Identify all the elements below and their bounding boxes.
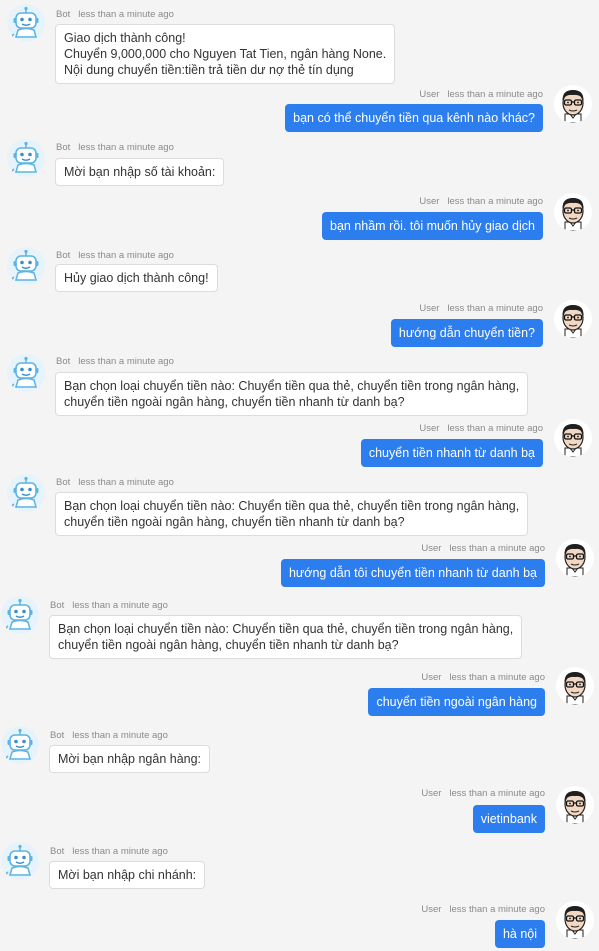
timestamp: less than a minute ago [447, 423, 543, 434]
man-with-glasses-icon [556, 667, 594, 705]
message-meta: User less than a minute ago [419, 423, 543, 434]
message-meta: User less than a minute ago [421, 788, 545, 799]
sender-name: Bot [56, 356, 71, 367]
bot-message: Bot less than a minute ago Mời bạn nhập s… [0, 135, 599, 190]
message-meta: Bot less than a minute ago [56, 142, 174, 153]
sender-name: User [419, 303, 440, 314]
message-meta: User less than a minute ago [419, 303, 543, 314]
bot-message: Bot less than a minute ago Hủy giao dịch … [0, 245, 599, 300]
message-bubble: chuyển tiền nhanh từ danh bạ [360, 439, 543, 467]
bot-message: Bot less than a minute ago Mời bạn nhập c… [0, 838, 599, 898]
sender-name: Bot [50, 730, 65, 741]
timestamp: less than a minute ago [78, 9, 174, 20]
timestamp: less than a minute ago [78, 142, 174, 153]
timestamp: less than a minute ago [449, 543, 545, 554]
sender-name: Bot [56, 250, 71, 261]
sender-name: User [419, 196, 440, 207]
message-bubble: vietinbank [472, 805, 545, 833]
robot-face-icon [1, 842, 39, 880]
timestamp: less than a minute ago [78, 477, 174, 488]
timestamp: less than a minute ago [78, 250, 174, 261]
user-message: User less than a minute ago hướng dẫn chu… [0, 300, 599, 352]
timestamp: less than a minute ago [447, 89, 543, 100]
timestamp: less than a minute ago [447, 196, 543, 207]
message-bubble: Mời bạn nhập số tài khoản: [55, 158, 225, 186]
message-meta: User less than a minute ago [419, 89, 543, 100]
timestamp: less than a minute ago [449, 788, 545, 799]
robot-face-icon [1, 596, 39, 634]
message-meta: Bot less than a minute ago [50, 846, 168, 857]
robot-face-icon [7, 139, 45, 177]
user-message: User less than a minute ago hà nội [0, 898, 599, 951]
robot-face-icon [7, 247, 45, 285]
sender-name: User [419, 423, 440, 434]
user-message: User less than a minute ago chuyển tiền n… [0, 667, 599, 722]
message-bubble: hà nội [494, 920, 545, 948]
user-message: User less than a minute ago chuyển tiền n… [0, 417, 599, 472]
message-meta: Bot less than a minute ago [56, 250, 174, 261]
man-with-glasses-icon [554, 193, 592, 231]
robot-face-icon [7, 474, 45, 512]
message-bubble: Hủy giao dịch thành công! [55, 264, 218, 292]
man-with-glasses-icon [556, 539, 594, 577]
message-meta: Bot less than a minute ago [56, 356, 174, 367]
message-bubble: Mời bạn nhập ngân hàng: [49, 745, 211, 773]
message-meta: User less than a minute ago [419, 196, 543, 207]
bot-message: Bot less than a minute ago Bạn chọn loại … [0, 592, 599, 667]
sender-name: User [421, 788, 442, 799]
man-with-glasses-icon [556, 786, 594, 824]
bot-message: Bot less than a minute ago Bạn chọn loại … [0, 472, 599, 537]
man-with-glasses-icon [554, 419, 592, 457]
message-meta: Bot less than a minute ago [56, 9, 174, 20]
message-meta: Bot less than a minute ago [56, 477, 174, 488]
message-meta: Bot less than a minute ago [50, 600, 168, 611]
sender-name: User [421, 672, 442, 683]
timestamp: less than a minute ago [449, 672, 545, 683]
message-meta: Bot less than a minute ago [50, 730, 168, 741]
message-meta: User less than a minute ago [421, 672, 545, 683]
message-meta: User less than a minute ago [421, 543, 545, 554]
sender-name: User [421, 904, 442, 915]
sender-name: Bot [56, 142, 71, 153]
sender-name: Bot [50, 600, 65, 611]
bot-message: Bot less than a minute ago Mời bạn nhập n… [0, 722, 599, 782]
timestamp: less than a minute ago [72, 730, 168, 741]
timestamp: less than a minute ago [72, 600, 168, 611]
message-meta: User less than a minute ago [421, 904, 545, 915]
timestamp: less than a minute ago [78, 356, 174, 367]
message-bubble: bạn nhầm rồi. tôi muốn hủy giao dịch [322, 212, 543, 240]
man-with-glasses-icon [556, 901, 594, 939]
sender-name: Bot [56, 477, 71, 488]
message-bubble: Giao dịch thành công! Chuyển 9,000,000 c… [55, 24, 396, 84]
user-message: User less than a minute ago bạn có thể ch… [0, 80, 599, 135]
timestamp: less than a minute ago [447, 303, 543, 314]
message-bubble: Bạn chọn loại chuyển tiền nào: Chuyển ti… [49, 615, 523, 659]
man-with-glasses-icon [554, 85, 592, 123]
message-bubble: hướng dẫn chuyển tiền? [390, 319, 543, 347]
message-bubble: bạn có thể chuyển tiền qua kênh nào khác… [285, 104, 543, 132]
timestamp: less than a minute ago [449, 904, 545, 915]
message-bubble: Bạn chọn loại chuyển tiền nào: Chuyển ti… [55, 372, 529, 416]
user-message: User less than a minute ago hướng dẫn tôi… [0, 537, 599, 592]
sender-name: Bot [50, 846, 65, 857]
message-bubble: Bạn chọn loại chuyển tiền nào: Chuyển ti… [55, 492, 529, 536]
robot-face-icon [1, 726, 39, 764]
chat-log[interactable]: Bot less than a minute ago Giao dịch thàn… [0, 0, 599, 951]
user-message: User less than a minute ago bạn nhầm rồi.… [0, 190, 599, 245]
bot-message: Bot less than a minute ago Bạn chọn loại … [0, 352, 599, 417]
sender-name: User [419, 89, 440, 100]
sender-name: Bot [56, 9, 71, 20]
robot-face-icon [7, 4, 45, 42]
robot-face-icon [7, 354, 45, 392]
sender-name: User [421, 543, 442, 554]
message-bubble: chuyển tiền ngoài ngân hàng [368, 688, 545, 716]
user-message: User less than a minute ago vietinbank [0, 782, 599, 838]
bot-message: Bot less than a minute ago Giao dịch thàn… [0, 0, 599, 84]
message-bubble: Mời bạn nhập chi nhánh: [49, 861, 206, 889]
man-with-glasses-icon [554, 300, 592, 338]
message-bubble: hướng dẫn tôi chuyển tiền nhanh từ danh … [280, 559, 545, 587]
timestamp: less than a minute ago [72, 846, 168, 857]
